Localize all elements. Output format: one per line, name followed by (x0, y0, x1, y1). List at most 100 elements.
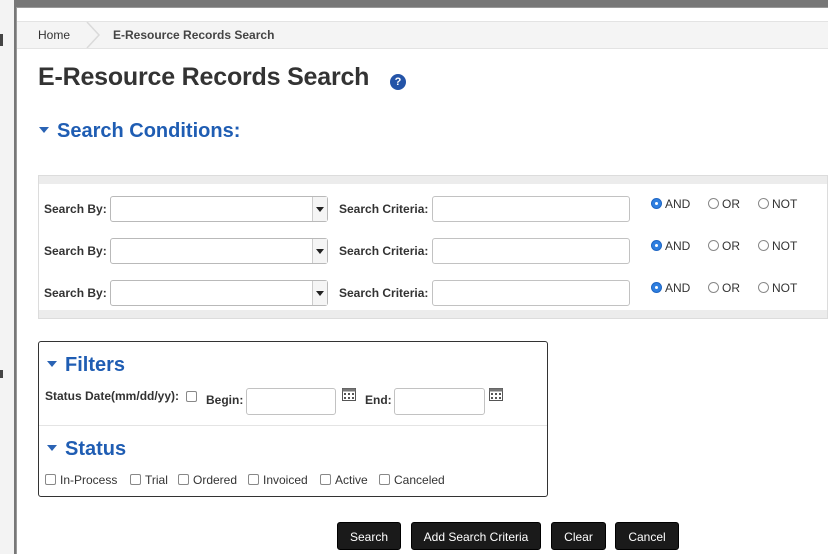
search-criteria-input-2[interactable] (432, 238, 630, 264)
begin-date-input[interactable] (246, 388, 336, 415)
radio-icon (708, 198, 719, 210)
status-active-checkbox[interactable]: Active (320, 471, 368, 489)
status-date-label: Status Date(mm/dd/yy): (45, 389, 180, 403)
status-option-label: Invoiced (263, 473, 308, 487)
search-dialog: Home E-Resource Records Search E-Resourc… (16, 7, 828, 554)
search-criteria-label: Search Criteria: (339, 202, 429, 216)
status-in-process-checkbox[interactable]: In-Process (45, 471, 117, 489)
filters-title: Filters (65, 354, 126, 376)
clear-button[interactable]: Clear (551, 522, 606, 550)
background-mark (0, 34, 3, 46)
collapse-caret-icon (47, 360, 57, 367)
status-ordered-checkbox[interactable]: Ordered (178, 471, 237, 489)
search-button[interactable]: Search (337, 522, 401, 550)
checkbox-icon (130, 474, 141, 486)
breadcrumb-separator-icon (86, 22, 101, 48)
status-option-label: Trial (145, 473, 168, 487)
status-options: In-Process Trial Ordered Invoiced Active… (45, 471, 545, 491)
search-conditions-panel: Search By: Search Criteria: AND OR NOT S… (38, 175, 828, 319)
breadcrumb-current: E-Resource Records Search (113, 28, 275, 42)
condition-row-3: Search By: Search Criteria: AND OR NOT (39, 278, 827, 308)
status-trial-checkbox[interactable]: Trial (130, 471, 168, 489)
collapse-caret-icon (47, 444, 57, 451)
dropdown-arrow-icon (312, 197, 327, 221)
search-by-label: Search By: (44, 244, 107, 258)
condition-row-2: Search By: Search Criteria: AND OR NOT (39, 236, 827, 266)
checkbox-icon (248, 474, 259, 486)
operator-not-radio-1[interactable]: NOT (758, 194, 797, 214)
begin-label: Begin: (206, 393, 244, 407)
dropdown-arrow-icon (312, 239, 327, 263)
filters-heading[interactable]: Filters (47, 354, 125, 377)
search-criteria-label: Search Criteria: (339, 244, 429, 258)
breadcrumb-home-link[interactable]: Home (38, 22, 70, 48)
status-option-label: Canceled (394, 473, 445, 487)
checkbox-icon (45, 474, 56, 486)
operator-and-radio-3[interactable]: AND (651, 278, 690, 298)
end-label: End: (365, 393, 392, 407)
checkbox-icon (379, 474, 390, 486)
search-by-select-3[interactable] (110, 280, 328, 306)
operator-not-radio-3[interactable]: NOT (758, 278, 797, 298)
operator-label: AND (665, 239, 691, 253)
operator-label: OR (722, 239, 740, 253)
add-search-criteria-button[interactable]: Add Search Criteria (411, 522, 541, 550)
background-mark (0, 370, 3, 378)
radio-icon (758, 282, 769, 294)
radio-icon (708, 240, 719, 252)
help-icon[interactable]: ? (390, 74, 406, 90)
operator-label: OR (722, 197, 740, 211)
panel-header-bar (39, 176, 827, 184)
status-heading[interactable]: Status (47, 438, 126, 461)
calendar-icon[interactable] (489, 387, 503, 401)
breadcrumb: Home E-Resource Records Search (17, 21, 828, 49)
radio-selected-icon (651, 240, 662, 252)
page-title: E-Resource Records Search (38, 63, 370, 91)
search-by-label: Search By: (44, 286, 107, 300)
panel-footer-bar (39, 310, 827, 318)
operator-or-radio-2[interactable]: OR (708, 236, 740, 256)
search-by-select-1[interactable] (110, 196, 328, 222)
operator-label: NOT (772, 281, 798, 295)
search-criteria-label: Search Criteria: (339, 286, 429, 300)
search-criteria-input-1[interactable] (432, 196, 630, 222)
search-criteria-input-3[interactable] (432, 280, 630, 306)
radio-icon (758, 240, 769, 252)
cancel-button[interactable]: Cancel (615, 522, 679, 550)
radio-selected-icon (651, 198, 662, 210)
status-option-label: Ordered (193, 473, 238, 487)
operator-or-radio-3[interactable]: OR (708, 278, 740, 298)
checkbox-icon (320, 474, 331, 486)
operator-and-radio-2[interactable]: AND (651, 236, 690, 256)
status-canceled-checkbox[interactable]: Canceled (379, 471, 445, 489)
search-conditions-heading[interactable]: Search Conditions: (39, 120, 240, 143)
status-date-row: Status Date(mm/dd/yy): Begin: End: (45, 385, 545, 415)
status-option-label: Active (335, 473, 368, 487)
search-by-label: Search By: (44, 202, 107, 216)
search-conditions-title: Search Conditions: (57, 120, 241, 142)
operator-or-radio-1[interactable]: OR (708, 194, 740, 214)
divider (39, 425, 547, 426)
end-date-input[interactable] (394, 388, 485, 415)
operator-label: OR (722, 281, 740, 295)
radio-icon (708, 282, 719, 294)
operator-label: NOT (772, 239, 798, 253)
operator-and-radio-1[interactable]: AND (651, 194, 690, 214)
radio-icon (758, 198, 769, 210)
operator-label: AND (665, 197, 691, 211)
status-option-label: In-Process (60, 473, 118, 487)
calendar-icon[interactable] (342, 387, 356, 401)
checkbox-icon (178, 474, 189, 486)
dropdown-arrow-icon (312, 281, 327, 305)
condition-row-1: Search By: Search Criteria: AND OR NOT (39, 194, 827, 224)
filters-panel: Filters Status Date(mm/dd/yy): Begin: En… (38, 341, 548, 497)
background-window-edge (0, 0, 14, 554)
status-invoiced-checkbox[interactable]: Invoiced (248, 471, 308, 489)
radio-selected-icon (651, 282, 662, 294)
operator-label: NOT (772, 197, 798, 211)
status-date-checkbox[interactable] (186, 391, 197, 402)
operator-label: AND (665, 281, 691, 295)
status-title: Status (65, 438, 127, 460)
search-by-select-2[interactable] (110, 238, 328, 264)
operator-not-radio-2[interactable]: NOT (758, 236, 797, 256)
